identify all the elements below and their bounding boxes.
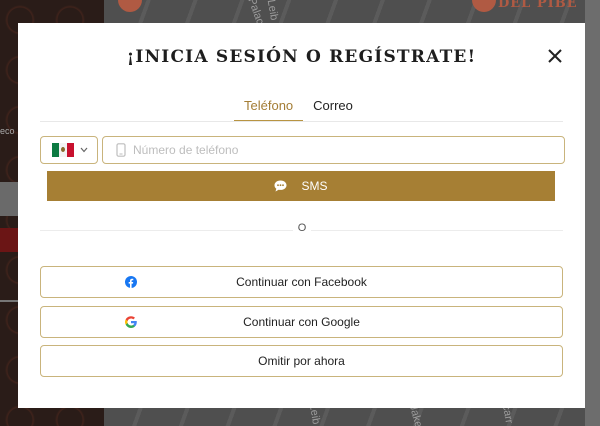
background-logo-text: DEL PIBE: [498, 0, 578, 11]
modal-title: ¡INICIA SESIÓN O REGÍSTRATE!: [126, 47, 477, 67]
divider-or-text: O: [297, 222, 307, 234]
skip-button-label: Omitir por ahora: [258, 354, 345, 368]
divider-line-right: [311, 230, 563, 231]
login-modal: ¡INICIA SESIÓN O REGÍSTRATE! Teléfono Co…: [18, 23, 585, 408]
close-button[interactable]: [545, 46, 565, 66]
skip-for-now-button[interactable]: Omitir por ahora: [40, 345, 563, 377]
mobile-phone-icon: [116, 143, 126, 157]
phone-number-input[interactable]: [133, 143, 533, 157]
mexico-flag-icon: [52, 143, 74, 157]
chat-bubble-icon: [274, 180, 287, 192]
divider-line-left: [40, 230, 293, 231]
login-method-tabs: Teléfono Correo: [234, 98, 363, 122]
close-icon: [548, 49, 562, 63]
tabs-divider: [40, 121, 563, 122]
facebook-button-label: Continuar con Facebook: [236, 275, 367, 289]
map-pin-icon: [118, 0, 142, 12]
background-red-strip: [0, 228, 18, 252]
tab-correo[interactable]: Correo: [303, 98, 363, 122]
sms-button-label: SMS: [301, 179, 328, 193]
google-button-label: Continuar con Google: [243, 315, 360, 329]
background-white-strip: [0, 182, 18, 216]
map-street-label: Leib: [264, 0, 281, 22]
background-text-fragment: eco: [0, 126, 15, 136]
continue-with-google-button[interactable]: Continuar con Google: [40, 306, 563, 338]
chevron-down-icon: [80, 147, 88, 153]
continue-with-facebook-button[interactable]: Continuar con Facebook: [40, 266, 563, 298]
phone-number-field: [102, 136, 565, 164]
background-right-edge: [585, 0, 600, 426]
country-code-select[interactable]: [40, 136, 98, 164]
sms-button[interactable]: SMS: [47, 171, 555, 201]
tab-telefono[interactable]: Teléfono: [234, 98, 304, 122]
